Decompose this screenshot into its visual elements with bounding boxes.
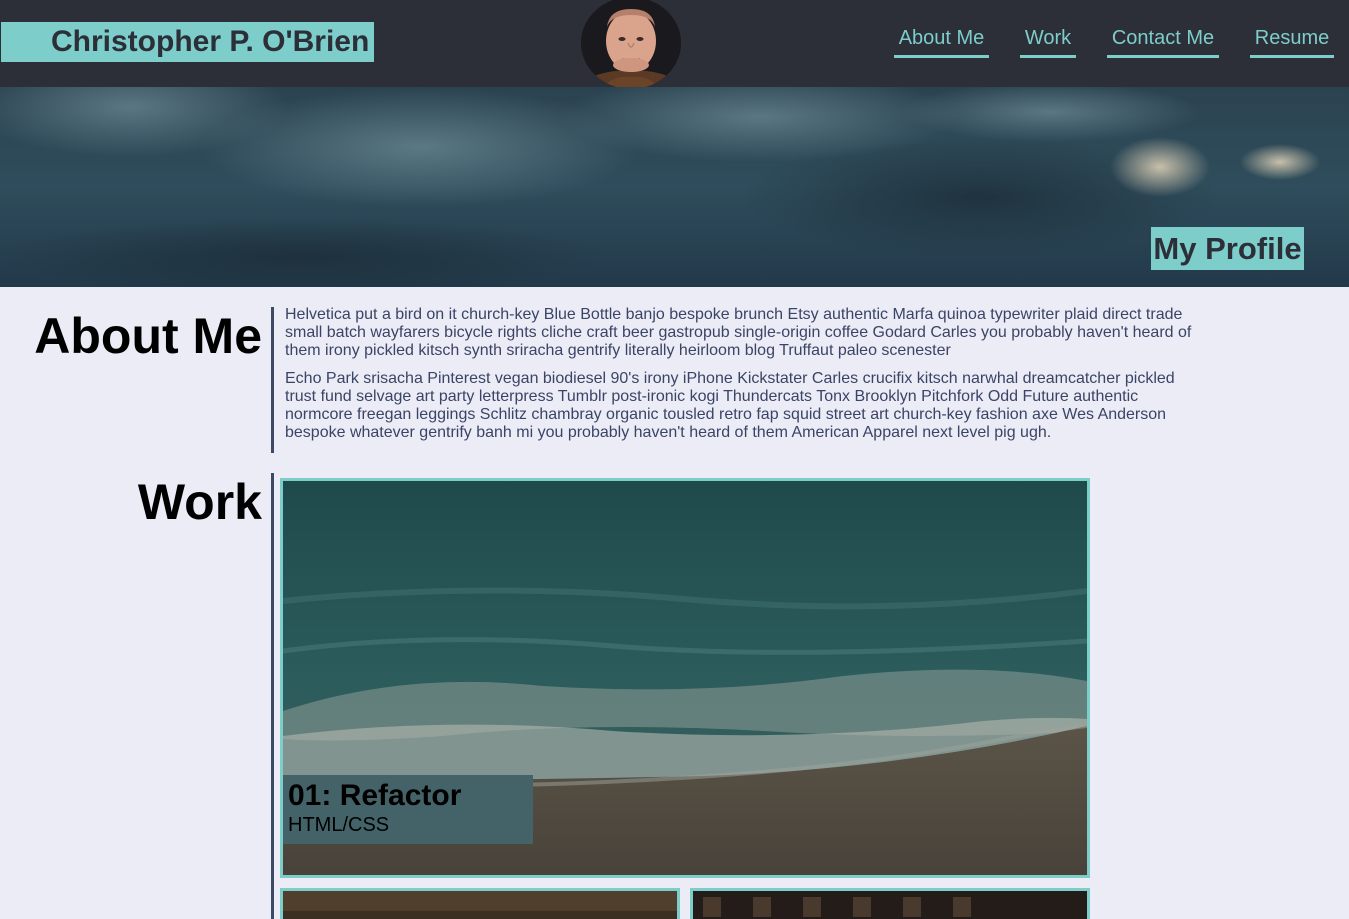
about-body: Helvetica put a bird on it church-key Bl… xyxy=(285,306,1200,452)
project-image xyxy=(283,891,677,919)
site-header: Christopher P. O'Brien About Me Work Con… xyxy=(0,0,1349,89)
hero-banner: My Profile xyxy=(0,87,1349,287)
about-divider xyxy=(271,307,274,453)
nav-contact-me[interactable]: Contact Me xyxy=(1107,26,1219,58)
avatar xyxy=(581,0,681,89)
about-paragraph: Echo Park srisacha Pinterest vegan biodi… xyxy=(285,370,1175,441)
about-paragraph: Helvetica put a bird on it church-key Bl… xyxy=(285,306,1192,359)
about-heading: About Me xyxy=(34,308,262,364)
project-image xyxy=(693,891,1087,919)
work-divider xyxy=(271,473,274,919)
nav-work[interactable]: Work xyxy=(1020,26,1076,58)
project-label: 01: Refactor HTML/CSS xyxy=(283,775,533,844)
hero-title: My Profile xyxy=(1151,227,1304,270)
nav-about-me[interactable]: About Me xyxy=(894,26,989,58)
site-name: Christopher P. O'Brien xyxy=(1,22,374,62)
project-title: 01: Refactor xyxy=(288,779,462,812)
hero-sky-image xyxy=(0,87,1349,287)
avatar-photo xyxy=(581,0,681,89)
nav-resume[interactable]: Resume xyxy=(1250,26,1334,58)
project-subtitle: HTML/CSS xyxy=(288,814,390,836)
project-card-second[interactable] xyxy=(280,888,680,919)
work-heading: Work xyxy=(137,474,262,530)
project-card-third[interactable] xyxy=(690,888,1090,919)
project-card-refactor[interactable]: 01: Refactor HTML/CSS xyxy=(280,478,1090,878)
